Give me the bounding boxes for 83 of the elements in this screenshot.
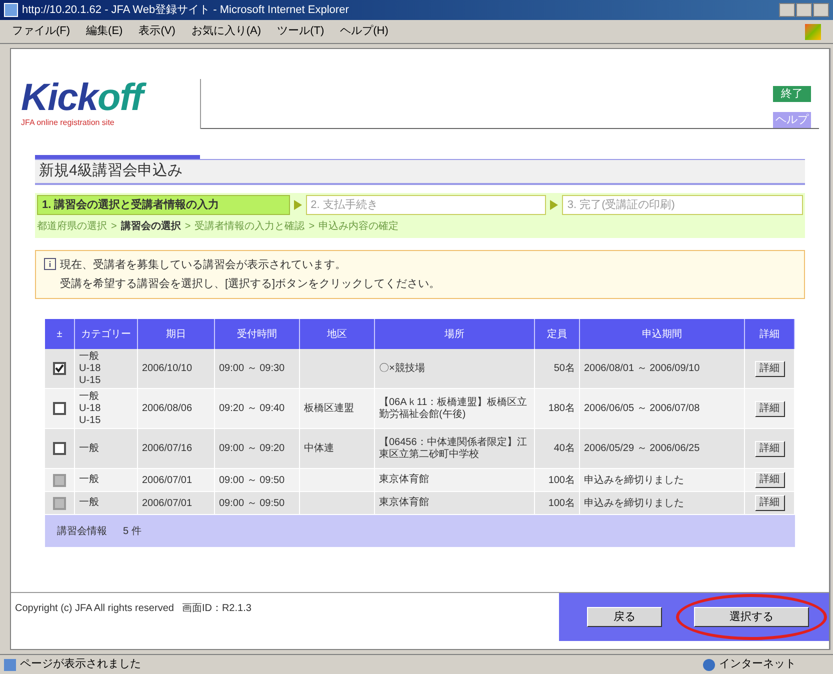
summary-count: 5 件: [123, 524, 142, 538]
venue-cell: 東京体育館: [375, 469, 535, 491]
category-text: 一般: [79, 390, 99, 402]
region-cell: 中体連: [300, 429, 375, 468]
step-indicator: 3. 完了(受講証の印刷): [562, 195, 804, 215]
breadcrumb-item: 申込み内容の確定: [318, 220, 399, 234]
windows-logo-icon: [805, 24, 821, 40]
region-cell: 板橋区連盟: [300, 389, 375, 428]
page-title: 新規4級講習会申込み: [39, 161, 182, 182]
capacity-cell: 40名: [535, 429, 580, 468]
breadcrumb-separator: >: [308, 220, 315, 234]
period-cell: 2006/05/29 ～ 2006/06/25: [580, 429, 745, 468]
time-cell: 09:00 ～ 09:30: [215, 349, 300, 388]
date-cell: 2006/10/10: [138, 349, 215, 388]
row-checkbox[interactable]: [53, 362, 66, 375]
capacity-cell: 100名: [535, 492, 580, 514]
time-cell: 09:00 ～ 09:20: [215, 429, 300, 468]
date-cell: 2006/08/06: [138, 389, 215, 428]
step-indicator: 2. 支払手続き: [306, 195, 546, 215]
menu-item[interactable]: ファイル(F): [12, 23, 70, 40]
menu-item[interactable]: 編集(E): [86, 23, 123, 40]
venue-cell: 東京体育館: [375, 492, 535, 514]
notice-text: 現在、受講者を募集している講習会が表示されています。: [60, 258, 347, 273]
date-cell: 2006/07/16: [138, 429, 215, 468]
breadcrumb-separator: >: [184, 220, 191, 234]
info-icon: [44, 258, 56, 270]
row-checkbox[interactable]: [53, 402, 66, 415]
step-indicator: 1. 講習会の選択と受講者情報の入力: [37, 195, 290, 215]
category-text: 一般: [79, 497, 99, 509]
period-cell: 2006/06/05 ～ 2006/07/08: [580, 389, 745, 428]
time-cell: 09:00 ～ 09:50: [215, 469, 300, 491]
maximize-button[interactable]: [796, 3, 812, 17]
capacity-cell: 50名: [535, 349, 580, 388]
menu-item[interactable]: お気に入り(A): [191, 23, 262, 40]
checkmark-icon: [55, 364, 64, 373]
row-checkbox[interactable]: [53, 442, 66, 455]
breadcrumb-item: 講習会の選択: [120, 220, 181, 234]
select-button[interactable]: 選択する: [694, 607, 809, 627]
capacity-cell: 180名: [535, 389, 580, 428]
date-cell: 2006/07/01: [138, 469, 215, 491]
screen-id-text: 画面ID：R2.1.3: [182, 602, 252, 616]
exit-button[interactable]: 終了: [773, 86, 811, 102]
venue-cell: 【06Aｋ11：板橋連盟】板橋区立勤労福祉会館(午後): [375, 389, 535, 428]
category-text: 一般: [79, 474, 99, 486]
minimize-button[interactable]: [779, 3, 795, 17]
window-title: http://10.20.1.62 - JFA Web登録サイト - Microsoft Internet Explorer: [22, 2, 349, 18]
kickoff-logo: Kickoff: [21, 79, 192, 117]
back-button[interactable]: 戻る: [587, 607, 662, 627]
category-text: U-18: [79, 402, 101, 414]
date-cell: 2006/07/01: [138, 492, 215, 514]
close-button[interactable]: [813, 3, 829, 17]
page-icon: [4, 658, 16, 670]
menu-item[interactable]: ツール(T): [277, 23, 324, 40]
category-text: U-15: [79, 414, 101, 426]
breadcrumb-item: 都道府県の選択: [37, 220, 107, 234]
scrollbar[interactable]: [830, 48, 831, 650]
detail-button[interactable]: 詳細: [754, 440, 784, 456]
period-cell: 2006/08/01 ～ 2006/09/10: [580, 349, 745, 388]
time-cell: 09:00 ～ 09:50: [215, 492, 300, 514]
menu-item[interactable]: 表示(V): [138, 23, 176, 40]
zone-text: インターネット: [719, 657, 797, 672]
time-cell: 09:20 ～ 09:40: [215, 389, 300, 428]
summary-label: 講習会情報: [57, 524, 107, 538]
copyright-text: Copyright (c) JFA All rights reserved: [15, 602, 174, 616]
capacity-cell: 100名: [535, 469, 580, 491]
period-cell: 申込みを締切りました: [580, 469, 745, 491]
breadcrumb-item: 受講者情報の入力と確認: [194, 220, 305, 234]
venue-cell: 〇×競技場: [375, 349, 535, 388]
menu-item[interactable]: ヘルプ(H): [340, 23, 388, 40]
detail-button[interactable]: 詳細: [754, 360, 784, 376]
logo-tagline: JFA online registration site: [21, 117, 116, 129]
period-cell: 申込みを締切りました: [580, 492, 745, 514]
category-text: 一般: [79, 350, 99, 362]
status-message: ページが表示されました: [20, 657, 141, 672]
category-text: U-15: [79, 374, 101, 386]
globe-icon: [703, 658, 715, 670]
browser-icon: [4, 3, 18, 17]
category-text: U-18: [79, 362, 101, 374]
breadcrumb-separator: >: [111, 220, 117, 234]
category-text: 一般: [79, 442, 99, 454]
venue-cell: 【06456：中体連関係者限定】江東区立第二砂町中学校: [375, 429, 535, 468]
notice-text: 受講を希望する講習会を選択し、[選択する]ボタンをクリックしてください。: [60, 276, 440, 292]
detail-button[interactable]: 詳細: [754, 400, 784, 416]
